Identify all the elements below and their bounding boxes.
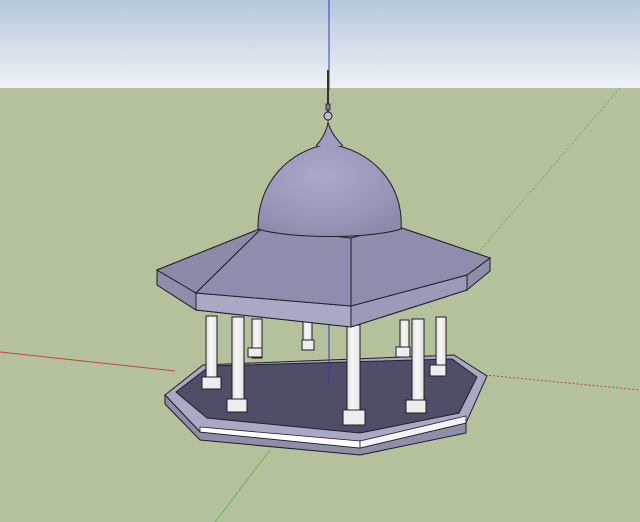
3d-viewport[interactable] [0,0,640,522]
scene-canvas[interactable] [0,0,640,522]
sky [0,0,640,88]
